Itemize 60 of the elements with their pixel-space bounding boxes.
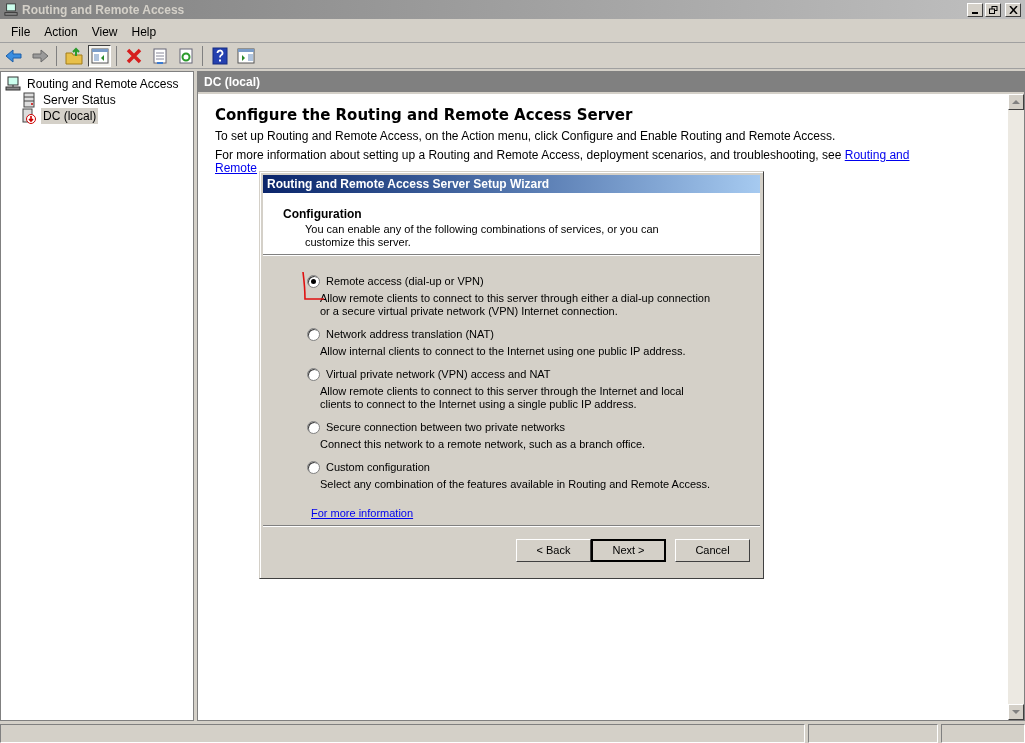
menu-item[interactable]: View	[84, 22, 125, 41]
forward-arrow-icon	[30, 46, 49, 65]
properties-icon	[150, 46, 169, 65]
option-description: Select any combination of the features available in Routing and Remote Access.	[319, 478, 712, 491]
option-label[interactable]: Remote access (dial-up or VPN)	[326, 275, 484, 288]
help-link[interactable]: Routing and	[844, 148, 910, 162]
dialog-title: Routing and Remote Access Server Setup Wizard	[267, 176, 550, 193]
delete-icon	[124, 46, 143, 65]
computer-icon	[4, 2, 18, 17]
folder-up-icon	[64, 46, 83, 65]
down-arrow-icon	[1012, 710, 1020, 714]
option-label[interactable]: Network address translation (NAT)	[326, 328, 494, 341]
minimize-button[interactable]	[967, 2, 983, 17]
pane-toggle-icon	[90, 46, 109, 65]
close-icon	[1008, 5, 1018, 14]
window-title: Routing and Remote Access	[22, 1, 185, 19]
toolbar-button[interactable]	[88, 44, 111, 67]
radio-button[interactable]	[307, 421, 320, 434]
option-description: Connect this network to a remote network, such as a branch office.	[319, 438, 647, 451]
restore-button[interactable]	[985, 2, 1001, 17]
menu-item[interactable]: Action	[37, 22, 85, 41]
section-description: You can enable any of the following combinations of services, or you can customize this server.	[304, 223, 660, 249]
option-label[interactable]: Virtual private network (VPN) access and NAT	[326, 368, 551, 381]
menu-item[interactable]: File	[4, 22, 38, 41]
computer-icon	[5, 76, 21, 92]
refresh-icon	[176, 46, 195, 65]
dialog-button[interactable]: Cancel	[675, 539, 750, 562]
more-info-link[interactable]: For more information	[311, 505, 414, 522]
tree-item[interactable]: Routing and Remote Access	[25, 76, 181, 92]
option-description: Allow internal clients to connect to the Internet using one public IP address.	[319, 345, 687, 358]
section-title: Configuration	[283, 206, 363, 223]
radio-button[interactable]	[307, 328, 320, 341]
pane-title: DC (local)	[204, 74, 260, 91]
pane-toggle-icon	[236, 46, 255, 65]
page-heading: Configure the Routing and Remote Access Server	[215, 106, 634, 124]
paragraph: For more information about setting up a Routing and Remote Access, deployment scenarios, and troubleshooting, see	[215, 148, 842, 162]
back-arrow-icon	[4, 46, 23, 65]
close-button[interactable]	[1005, 2, 1021, 17]
option-description: Allow remote clients to connect to this server through the Internet and local clients to connect to the Internet using a single public IP address.	[319, 385, 685, 411]
radio-button[interactable]	[307, 461, 320, 474]
dialog-button[interactable]: < Back	[516, 539, 591, 562]
up-arrow-icon	[1012, 100, 1020, 104]
menu-item[interactable]: Help	[124, 22, 164, 41]
help-icon	[210, 46, 229, 65]
paragraph: To set up Routing and Remote Access, on the Action menu, click Configure and Enable Routing and Remote Access.	[215, 129, 837, 143]
scroll-down-button[interactable]	[1008, 704, 1024, 720]
server-stopped-icon	[21, 108, 37, 124]
server-icon	[21, 92, 37, 108]
tree-item[interactable]: Server Status	[41, 92, 118, 108]
radio-button[interactable]	[307, 275, 320, 288]
option-label[interactable]: Custom configuration	[326, 461, 430, 474]
help-link[interactable]: Remote	[215, 161, 258, 175]
minimize-icon	[972, 11, 978, 14]
tree-item[interactable]: DC (local)	[41, 108, 99, 124]
radio-button[interactable]	[307, 368, 320, 381]
option-description: Allow remote clients to connect to this server through either a dial-up connection or a secure virtual private network (VPN) Internet connection.	[319, 292, 712, 318]
restore-icon	[988, 5, 998, 14]
dialog-button[interactable]: Next >	[591, 539, 666, 562]
option-label[interactable]: Secure connection between two private networks	[326, 421, 566, 434]
scroll-up-button[interactable]	[1008, 94, 1024, 110]
